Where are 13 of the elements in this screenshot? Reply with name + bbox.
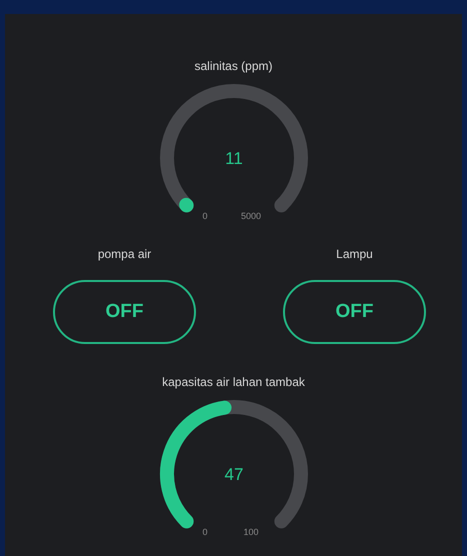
gauge-min-label: 0 [202, 211, 207, 221]
gauge-value: 11 [224, 149, 242, 168]
gauge-max-label: 100 [242, 527, 258, 537]
gauge-value: 47 [224, 465, 243, 484]
gauge-max-label: 5000 [240, 211, 261, 221]
switch-label: pompa air [98, 246, 152, 262]
gauge-fill [178, 198, 194, 212]
gauge-title: salinitas (ppm) [194, 58, 273, 74]
gauge-min-label: 0 [202, 527, 207, 537]
gauge-title: kapasitas air lahan tambak [162, 374, 305, 390]
toggle-button[interactable]: OFF [53, 280, 196, 344]
toggle-button[interactable]: OFF [283, 280, 426, 344]
switch-label: Lampu [336, 246, 373, 262]
